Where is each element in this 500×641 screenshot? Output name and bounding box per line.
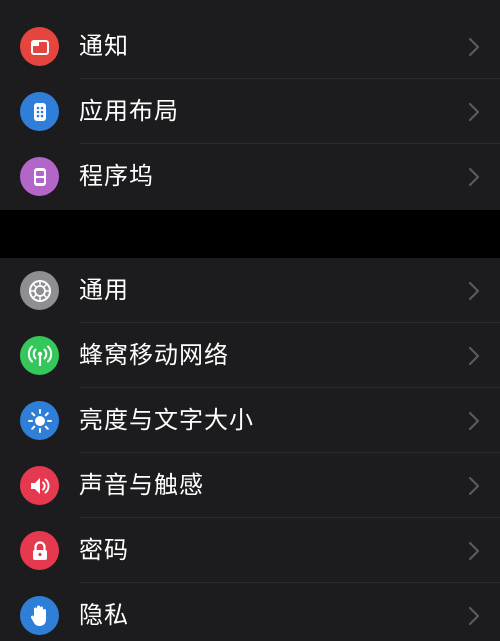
settings-row-app-layout[interactable]: 应用布局 bbox=[0, 79, 500, 144]
settings-row-label: 密码 bbox=[79, 536, 129, 564]
settings-row-passcode[interactable]: 密码 bbox=[0, 518, 500, 583]
settings-row-label: 声音与触感 bbox=[79, 471, 204, 499]
dock-icon bbox=[20, 157, 59, 196]
settings-row-label: 蜂窝移动网络 bbox=[79, 341, 229, 369]
settings-row-sounds[interactable]: 声音与触感 bbox=[0, 453, 500, 518]
settings-row-privacy[interactable]: 隐私 bbox=[0, 583, 500, 641]
chevron-right-icon bbox=[468, 37, 480, 57]
brightness-icon bbox=[20, 401, 59, 440]
settings-group-2: 通用 蜂窝移动网络 亮度与文字大小 声音与触感 密码 隐私 bbox=[0, 258, 500, 641]
settings-row-dock[interactable]: 程序坞 bbox=[0, 144, 500, 209]
settings-row-brightness[interactable]: 亮度与文字大小 bbox=[0, 388, 500, 453]
settings-row-cellular[interactable]: 蜂窝移动网络 bbox=[0, 323, 500, 388]
cellular-icon bbox=[20, 336, 59, 375]
settings-screen: 通知 应用布局 程序坞 通用 蜂窝移动网络 亮度与文字大小 声音与触感 密码 隐… bbox=[0, 0, 500, 641]
settings-row-notifications[interactable]: 通知 bbox=[0, 14, 500, 79]
chevron-right-icon bbox=[468, 541, 480, 561]
chevron-right-icon bbox=[468, 346, 480, 366]
notifications-icon bbox=[20, 27, 59, 66]
settings-row-general[interactable]: 通用 bbox=[0, 258, 500, 323]
settings-row-label: 通用 bbox=[79, 276, 129, 304]
settings-row-label: 应用布局 bbox=[79, 97, 179, 125]
chevron-right-icon bbox=[468, 281, 480, 301]
settings-row-label: 亮度与文字大小 bbox=[79, 406, 254, 434]
chevron-right-icon bbox=[468, 167, 480, 187]
chevron-right-icon bbox=[468, 102, 480, 122]
chevron-right-icon bbox=[468, 476, 480, 496]
settings-row-label: 程序坞 bbox=[79, 162, 154, 190]
gear-icon bbox=[20, 271, 59, 310]
lock-icon bbox=[20, 531, 59, 570]
privacy-hand-icon bbox=[20, 596, 59, 635]
settings-row-label: 通知 bbox=[79, 32, 129, 60]
settings-group-1: 通知 应用布局 程序坞 bbox=[0, 0, 500, 210]
settings-row-label: 隐私 bbox=[79, 601, 129, 629]
app-layout-icon bbox=[20, 92, 59, 131]
chevron-right-icon bbox=[468, 411, 480, 431]
chevron-right-icon bbox=[468, 606, 480, 626]
speaker-icon bbox=[20, 466, 59, 505]
